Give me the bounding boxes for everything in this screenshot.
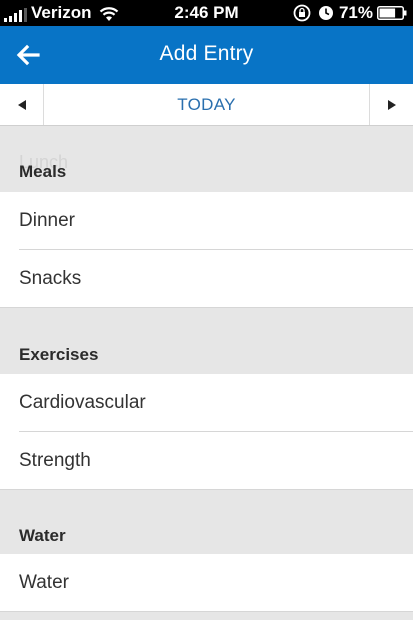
previous-day-button[interactable]: [0, 84, 44, 125]
list-item-cardiovascular[interactable]: Cardiovascular: [0, 374, 413, 432]
navigation-bar: Add Entry: [0, 26, 413, 84]
current-date-label[interactable]: TODAY: [44, 84, 369, 125]
alarm-clock-icon: [318, 6, 333, 20]
list-item-dinner[interactable]: Dinner: [0, 192, 413, 250]
date-selector: TODAY: [0, 84, 413, 126]
section-title-exercises: Exercises: [19, 345, 99, 364]
section-header-meals: Lunch Meals: [0, 126, 413, 192]
battery-icon: [377, 6, 407, 20]
triangle-left-icon: [17, 99, 26, 110]
rotation-lock-icon: [293, 4, 311, 22]
next-day-button[interactable]: [369, 84, 413, 125]
section-header-exercises: Exercises: [0, 308, 413, 374]
list-item-label: Cardiovascular: [19, 392, 146, 413]
list-item-water[interactable]: Water: [0, 554, 413, 612]
list-item-label: Dinner: [19, 210, 75, 231]
list-item-label: Snacks: [19, 268, 82, 289]
list-item-snacks[interactable]: Snacks: [0, 250, 413, 308]
triangle-right-icon: [387, 99, 396, 110]
page-title: Add Entry: [159, 42, 254, 65]
battery-percentage: 71%: [338, 3, 373, 22]
section-title-meals: Meals: [19, 162, 67, 181]
list-item-label: Water: [19, 572, 69, 593]
list-item-label: Strength: [19, 450, 91, 471]
section-title-water: Water: [19, 526, 66, 545]
list-item-strength[interactable]: Strength: [0, 432, 413, 490]
divider: [0, 611, 413, 612]
status-bar: Verizon 2:46 PM 71%: [0, 0, 413, 26]
status-right: 71%: [292, 3, 407, 23]
section-header-water: Water: [0, 490, 413, 554]
